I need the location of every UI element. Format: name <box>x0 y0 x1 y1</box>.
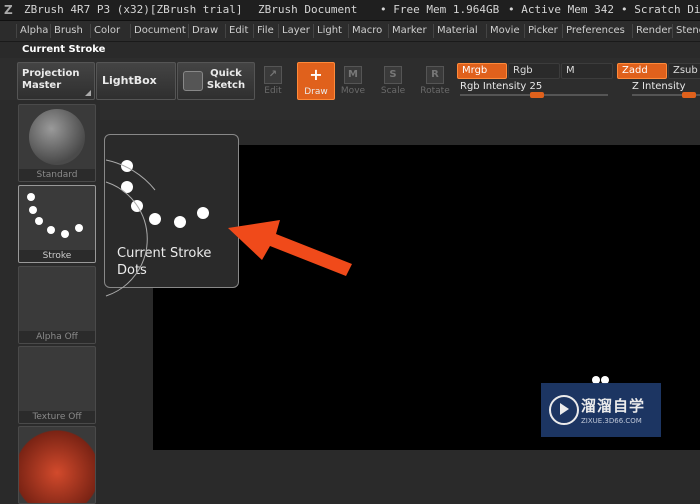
toolbar: Projection Master LightBox Quick Sketch … <box>0 58 700 121</box>
watermark-url: ZIXUE.3D66.COM <box>581 417 642 425</box>
free-mem: • Free Mem 1.964GB <box>380 3 500 16</box>
lightbox-button[interactable]: LightBox <box>96 62 176 100</box>
brush-slot[interactable]: Standard <box>18 104 96 182</box>
texture-caption: Texture Off <box>19 411 95 423</box>
quick-sketch-button[interactable]: Quick Sketch <box>177 62 255 100</box>
z-intensity-slider[interactable]: Z Intensity <box>632 81 700 98</box>
sketch-icon <box>183 71 203 91</box>
scratch-disk: • Scratch Dis <box>621 3 700 16</box>
rotate-button[interactable]: R Rotate <box>420 62 450 96</box>
stroke-dots-icon <box>27 193 83 238</box>
z-intensity-knob[interactable] <box>682 92 696 98</box>
menu-layer[interactable]: Layer <box>278 24 313 38</box>
popup-title: Current Stroke <box>117 246 212 261</box>
draw-button[interactable]: + Draw <box>297 62 335 100</box>
popup-dot <box>149 213 161 225</box>
alpha-slot[interactable]: Alpha Off <box>18 266 96 344</box>
zbrush-logo-icon: Z <box>4 3 13 17</box>
draw-label: Draw <box>304 87 328 97</box>
menu-stencil[interactable]: Stenc <box>672 24 700 38</box>
projection-master-label: Projection Master <box>22 68 80 91</box>
watermark: 溜溜自学 ZIXUE.3D66.COM <box>541 383 661 437</box>
menu-preferences[interactable]: Preferences <box>562 24 628 38</box>
current-stroke-popup: Current Stroke Dots <box>104 134 239 288</box>
menu-material[interactable]: Material <box>433 24 481 38</box>
menu-file[interactable]: File <box>253 24 277 38</box>
menu-picker[interactable]: Picker <box>524 24 561 38</box>
menu-macro[interactable]: Macro <box>348 24 385 38</box>
popup-dot <box>174 216 186 228</box>
popup-dot <box>121 181 133 193</box>
scale-label: Scale <box>380 86 406 96</box>
move-button[interactable]: M Move <box>338 62 368 96</box>
stroke-caption: Stroke <box>19 250 95 262</box>
menu-bar: Alpha Brush Color Document Draw Edit Fil… <box>0 21 700 42</box>
scale-button[interactable]: S Scale <box>378 62 408 96</box>
menu-alpha[interactable]: Alpha <box>16 24 51 38</box>
menu-draw[interactable]: Draw <box>188 24 221 38</box>
menu-color[interactable]: Color <box>90 24 123 38</box>
menu-brush[interactable]: Brush <box>50 24 86 38</box>
popup-dot <box>197 207 209 219</box>
rgb-intensity-knob[interactable] <box>530 92 544 98</box>
menu-movie[interactable]: Movie <box>486 24 523 38</box>
document-title: ZBrush Document <box>258 3 358 16</box>
menu-document[interactable]: Document <box>130 24 189 38</box>
rgb-intensity-label: Rgb Intensity 25 <box>460 81 543 92</box>
watermark-title: 溜溜自学 <box>581 397 646 415</box>
material-slot[interactable] <box>18 426 96 504</box>
texture-slot[interactable]: Texture Off <box>18 346 96 424</box>
popup-dot <box>131 200 143 212</box>
mrgb-toggle[interactable]: Mrgb <box>457 63 507 79</box>
play-logo-icon <box>549 395 579 425</box>
move-icon: M <box>344 66 362 84</box>
edit-button[interactable]: ↗ Edit <box>258 62 288 96</box>
active-mem: • Active Mem 342 <box>508 3 614 16</box>
menu-edit[interactable]: Edit <box>225 24 251 38</box>
title-bar: Z ZBrush 4R7 P3 (x32)[ZBrush trial] ZBru… <box>0 0 700 21</box>
z-intensity-label: Z Intensity <box>632 81 686 92</box>
move-label: Move <box>340 86 366 96</box>
rgb-intensity-slider[interactable]: Rgb Intensity 25 <box>460 81 608 98</box>
m-toggle[interactable]: M <box>561 63 613 79</box>
alpha-caption: Alpha Off <box>19 331 95 343</box>
lightbox-label: LightBox <box>102 74 157 87</box>
menu-render[interactable]: Render <box>632 24 675 38</box>
rotate-icon: R <box>426 66 444 84</box>
quick-sketch-label: Quick Sketch <box>206 68 246 91</box>
menu-marker[interactable]: Marker <box>388 24 430 38</box>
zsub-toggle[interactable]: Zsub <box>668 63 700 79</box>
app-title: ZBrush 4R7 P3 (x32)[ZBrush trial] <box>24 3 243 16</box>
popup-dot <box>121 160 133 172</box>
zadd-toggle[interactable]: Zadd <box>617 63 667 79</box>
rotate-label: Rotate <box>420 86 450 96</box>
scale-icon: S <box>384 66 402 84</box>
corner-expand-icon <box>85 90 91 96</box>
popup-subtitle: Dots <box>117 263 147 278</box>
edit-icon: ↗ <box>264 66 282 84</box>
palette-title: Current Stroke <box>22 44 106 55</box>
play-triangle-icon <box>560 403 569 415</box>
draw-crosshair-icon: + <box>309 65 323 84</box>
left-shelf: Standard Stroke Alpha Off Texture Off <box>0 100 100 504</box>
edit-label: Edit <box>264 86 282 96</box>
menu-light[interactable]: Light <box>313 24 345 38</box>
projection-master-button[interactable]: Projection Master <box>17 62 95 100</box>
rgb-toggle[interactable]: Rgb <box>508 63 560 79</box>
brush-caption: Standard <box>19 169 95 181</box>
stroke-slot[interactable]: Stroke <box>18 185 96 263</box>
standard-brush-icon <box>29 109 85 165</box>
